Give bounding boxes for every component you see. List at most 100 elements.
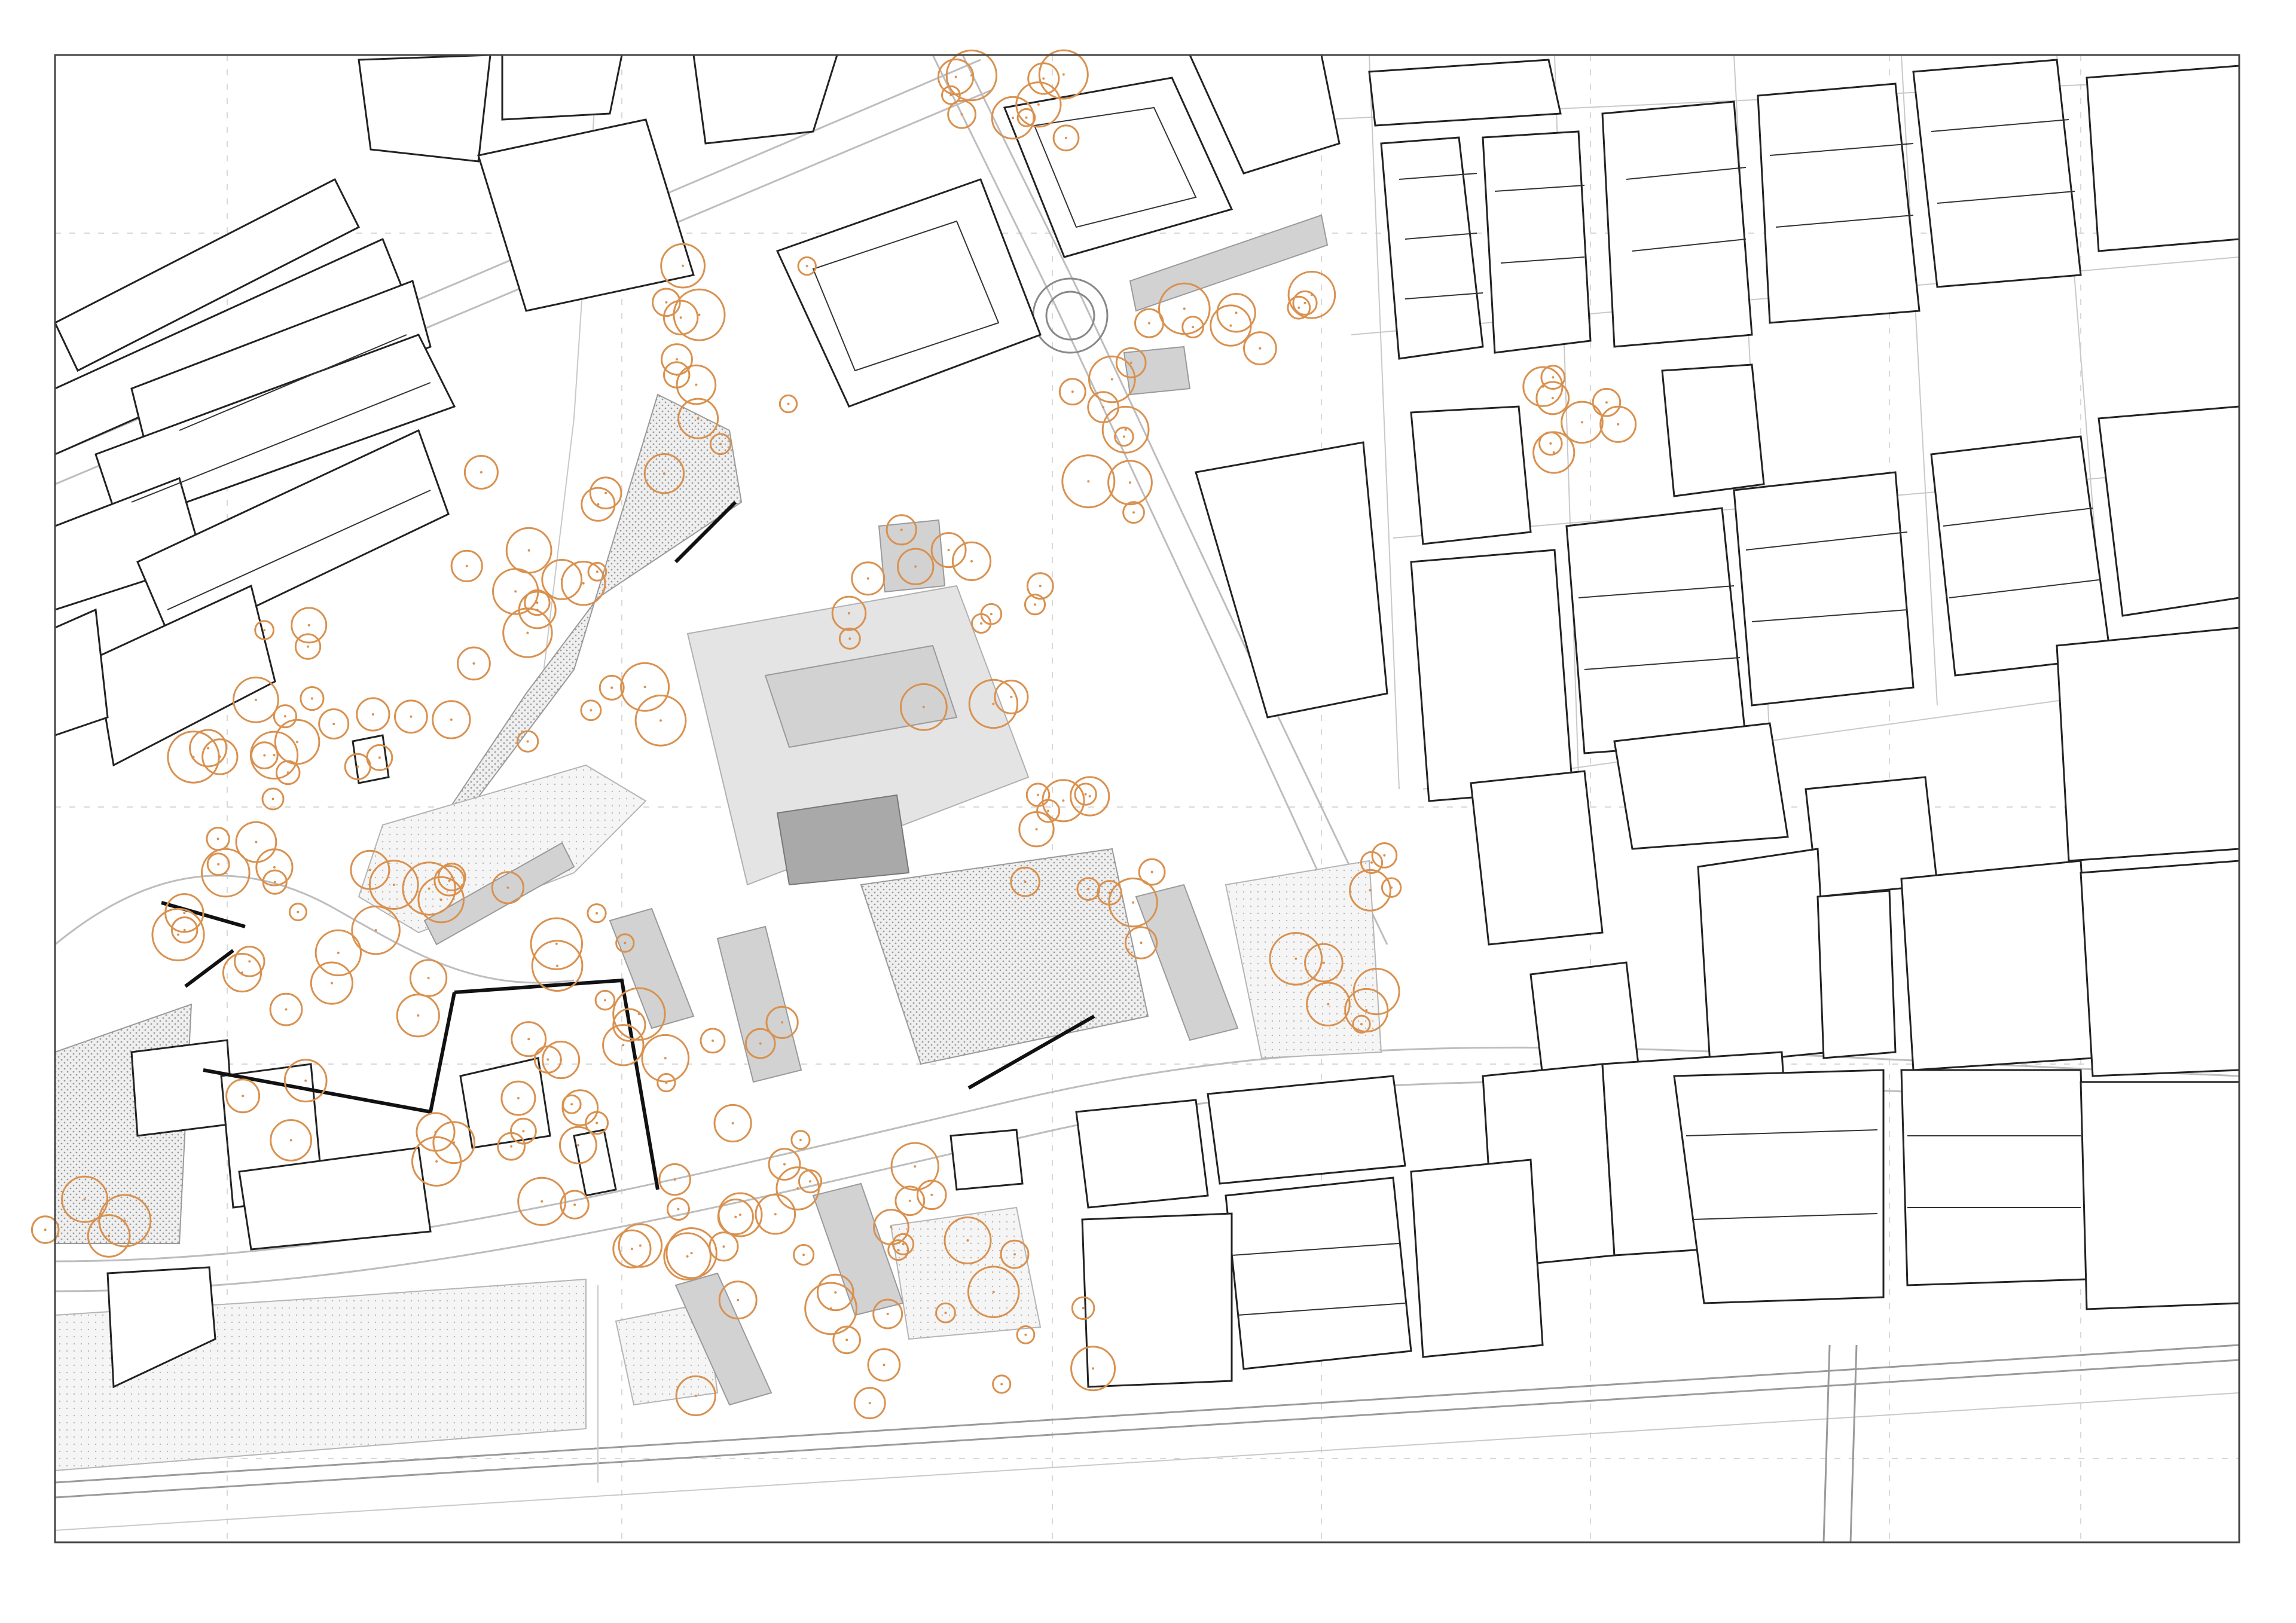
tree-trunk	[1581, 421, 1583, 424]
tree-trunk	[809, 1180, 811, 1183]
tree-trunk	[980, 622, 983, 625]
tree-trunk	[1035, 828, 1038, 831]
tree-trunk	[307, 645, 309, 648]
tree-trunk	[1047, 809, 1050, 812]
tree-trunk	[639, 1244, 642, 1247]
tree-trunk	[410, 715, 413, 718]
tree-trunk	[378, 756, 381, 759]
tree-trunk	[1322, 961, 1325, 964]
tree-trunk	[1552, 451, 1555, 454]
tree-trunk	[722, 1245, 725, 1248]
tree-trunk	[1294, 957, 1297, 960]
tree-trunk	[914, 1165, 917, 1168]
tree-trunk	[1183, 307, 1186, 310]
tree-trunk	[241, 971, 243, 974]
tree-trunk	[805, 265, 808, 268]
tree-trunk	[960, 113, 963, 116]
tree-trunk	[439, 898, 442, 901]
site-plan-map	[30, 49, 2240, 1543]
tree-trunk	[556, 964, 558, 967]
tree-trunk	[1065, 136, 1067, 139]
tree-trunk	[590, 709, 593, 712]
tree-trunk	[582, 582, 585, 585]
tree-trunk	[886, 1313, 889, 1315]
tree-trunk	[1297, 306, 1300, 309]
tree-trunk	[472, 662, 475, 665]
tree-trunk	[371, 713, 374, 716]
tree-trunk	[356, 765, 359, 768]
tree-trunk	[1369, 889, 1372, 892]
tree-trunk	[947, 549, 950, 552]
tree-trunk	[1549, 442, 1552, 445]
tree-trunk	[1013, 1253, 1016, 1256]
tree-trunk	[604, 491, 607, 494]
tree-trunk	[273, 881, 276, 884]
tree-trunk	[930, 1193, 933, 1196]
tree-trunk	[297, 910, 300, 913]
tree-trunk	[1087, 888, 1090, 891]
tree-trunk	[273, 866, 276, 869]
tree-trunk	[731, 1122, 734, 1124]
tree-trunk	[216, 838, 219, 840]
tree-trunk	[263, 754, 266, 757]
tree-trunk	[450, 718, 453, 721]
tree-trunk	[374, 929, 377, 932]
tree-trunk	[665, 301, 668, 304]
tree-trunk	[694, 1394, 697, 1397]
tree-trunk	[304, 1079, 307, 1082]
tree-trunk	[450, 876, 453, 879]
tree-trunk	[514, 590, 517, 593]
tree-trunk	[883, 1364, 886, 1367]
tree-trunk	[970, 74, 973, 77]
tree-trunk	[759, 1042, 762, 1045]
tree-trunk	[183, 912, 186, 915]
tree-trunk	[248, 960, 251, 963]
tree-trunk	[1229, 324, 1232, 327]
tree-trunk	[546, 1058, 549, 1061]
tree-trunk	[845, 1338, 848, 1341]
tree-trunk	[254, 698, 257, 701]
tree-trunk	[902, 1243, 905, 1246]
tree-trunk	[992, 702, 995, 705]
tree-trunk	[1025, 116, 1028, 119]
tree-trunk	[527, 549, 530, 552]
tree-trunk	[966, 1239, 969, 1242]
tree-trunk	[1024, 881, 1027, 884]
tree-trunk	[970, 560, 973, 563]
tree-trunk	[1259, 347, 1262, 350]
tree-trunk	[555, 942, 558, 945]
tree-trunk	[712, 1039, 714, 1042]
tree-trunk	[1037, 793, 1039, 796]
tree-trunk	[285, 1008, 288, 1011]
tree-trunk	[242, 1095, 245, 1098]
tree-trunk	[622, 1044, 625, 1047]
tree-trunk	[224, 872, 227, 874]
tree-trunk	[541, 1200, 544, 1203]
tree-trunk	[1617, 423, 1620, 426]
tree-trunk	[217, 863, 220, 866]
tree-trunk	[1129, 481, 1131, 484]
tree-trunk	[427, 977, 430, 980]
tree-trunk	[1037, 103, 1040, 106]
tree-trunk	[890, 1225, 893, 1228]
tree-trunk	[273, 754, 276, 757]
tree-trunk	[799, 1138, 802, 1141]
tree-trunk	[1148, 322, 1150, 325]
tree-trunk	[307, 623, 310, 626]
tree-trunk	[1303, 301, 1306, 304]
tree-trunk	[1024, 1333, 1027, 1336]
tree-trunk	[660, 719, 662, 722]
tree-trunk	[737, 1298, 740, 1301]
tree-trunk	[781, 1021, 784, 1024]
tree-trunk	[271, 797, 274, 800]
tree-trunk	[1039, 585, 1042, 588]
tree-trunk	[643, 686, 646, 689]
tree-trunk	[510, 1145, 513, 1148]
tree-trunk	[1370, 861, 1373, 864]
tree-trunk	[1552, 376, 1555, 379]
tree-trunk	[739, 1214, 741, 1216]
tree-trunk	[1140, 942, 1143, 945]
tree-trunk	[183, 928, 186, 931]
tree-trunk	[83, 1198, 86, 1201]
tree-trunk	[576, 1144, 579, 1147]
